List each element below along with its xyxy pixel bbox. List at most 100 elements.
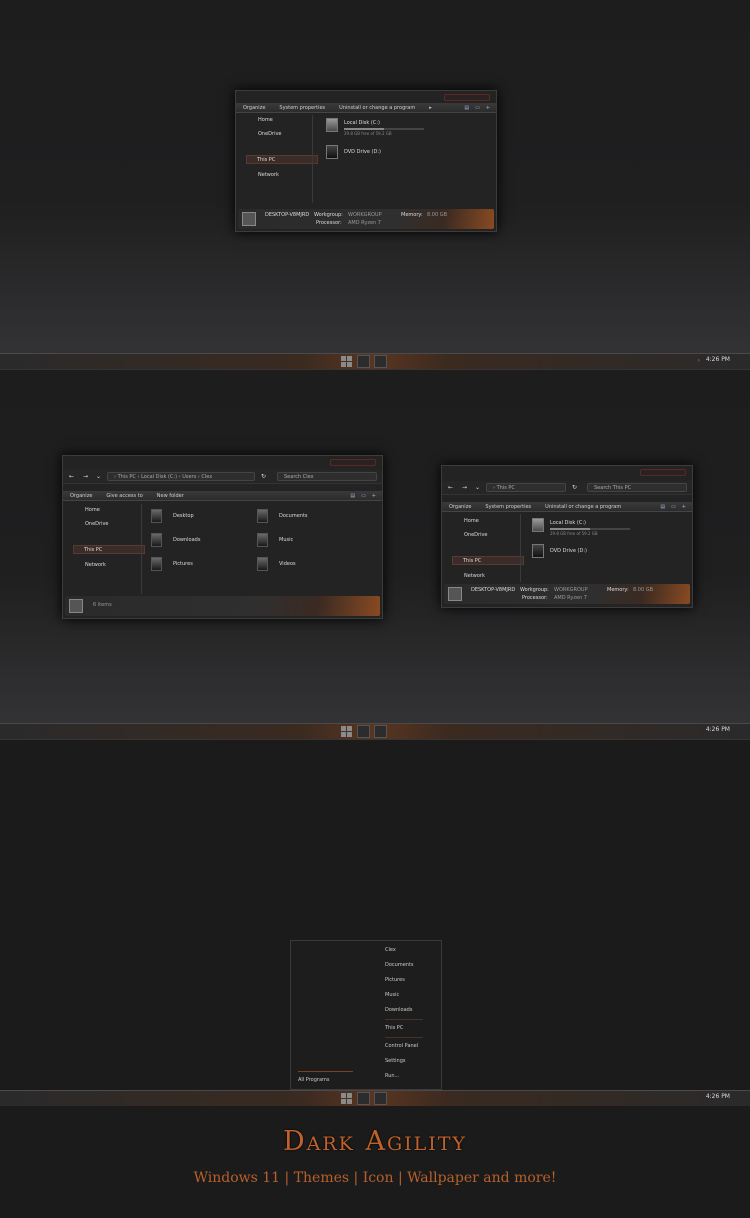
- nav-home[interactable]: Home: [85, 507, 100, 513]
- folder-label: Pictures: [173, 561, 193, 567]
- nav-onedrive[interactable]: OneDrive: [258, 131, 282, 137]
- nav-home[interactable]: Home: [464, 518, 479, 524]
- hard-drive-icon: [532, 518, 544, 532]
- window-controls[interactable]: [330, 459, 376, 466]
- clock[interactable]: 4:26 PM: [706, 726, 730, 733]
- address-path[interactable]: › This PC › Local Disk (C:) › Users › Cl…: [107, 472, 255, 481]
- start-item-downloads[interactable]: Downloads: [385, 1007, 412, 1013]
- address-path[interactable]: › This PC: [486, 483, 566, 492]
- nav-thispc[interactable]: This PC: [246, 155, 318, 164]
- refresh-icon[interactable]: ↻: [261, 473, 266, 480]
- command-bar: Organize System properties Uninstall or …: [236, 103, 496, 113]
- nav-thispc[interactable]: This PC: [452, 556, 524, 565]
- add-icon[interactable]: +: [682, 504, 686, 510]
- details-pane: DESKTOP-V8MJRD Workgroup: WORKGROUP Memo…: [238, 209, 494, 229]
- all-programs-divider: [298, 1071, 353, 1072]
- more-button[interactable]: ▸: [429, 105, 432, 111]
- preview-pane-icon[interactable]: ▭: [361, 493, 366, 499]
- start-item-music[interactable]: Music: [385, 992, 399, 998]
- forward-icon[interactable]: →: [462, 484, 467, 491]
- thispc-window[interactable]: Organize System properties Uninstall or …: [235, 90, 497, 232]
- start-item-settings[interactable]: Settings: [385, 1058, 406, 1064]
- details-pane: DESKTOP-V8MJRD Workgroup: WORKGROUP Memo…: [444, 584, 690, 604]
- preview-pane-icon[interactable]: ▭: [475, 105, 480, 111]
- drive-size: 29.8 GB free of 59.2 GB: [344, 131, 392, 136]
- recent-chevron-icon[interactable]: ⌄: [475, 484, 480, 491]
- file-explorer-icon[interactable]: [357, 725, 370, 738]
- organize-button[interactable]: Organize: [70, 493, 92, 499]
- computer-icon: [242, 212, 256, 226]
- address-bar: ← → ⌄ › This PC ↻ Search This PC: [442, 481, 692, 495]
- memory-value: 8.00 GB: [427, 212, 448, 218]
- tray-chevron-icon[interactable]: ›: [698, 357, 700, 364]
- all-programs-button[interactable]: All Programs: [298, 1077, 330, 1083]
- command-bar: Organize System properties Uninstall or …: [442, 502, 692, 512]
- window-controls[interactable]: [640, 469, 686, 476]
- back-icon[interactable]: ←: [69, 473, 74, 480]
- system-properties-button[interactable]: System properties: [485, 504, 531, 510]
- search-input[interactable]: Search This PC: [587, 483, 687, 492]
- refresh-icon[interactable]: ↻: [572, 484, 577, 491]
- preview-pane-icon[interactable]: ▭: [671, 504, 676, 510]
- clock[interactable]: 4:26 PM: [706, 1093, 730, 1100]
- start-button-icon[interactable]: [340, 1092, 353, 1105]
- forward-icon[interactable]: →: [83, 473, 88, 480]
- drive-usage-bar: [550, 528, 630, 530]
- back-icon[interactable]: ←: [448, 484, 453, 491]
- pane-divider: [520, 514, 521, 582]
- nav-thispc[interactable]: This PC: [73, 545, 145, 554]
- nav-network[interactable]: Network: [258, 172, 279, 178]
- recent-chevron-icon[interactable]: ⌄: [96, 473, 101, 480]
- uninstall-button[interactable]: Uninstall or change a program: [339, 105, 415, 111]
- new-folder-button[interactable]: New folder: [157, 493, 184, 499]
- start-item-control-panel[interactable]: Control Panel: [385, 1043, 418, 1049]
- terminal-icon[interactable]: [374, 1092, 387, 1105]
- thispc-window-2[interactable]: ← → ⌄ › This PC ↻ Search This PC Organiz…: [441, 465, 693, 608]
- clock[interactable]: 4:26 PM: [706, 356, 730, 363]
- drive-usage-bar: [344, 128, 424, 130]
- uninstall-button[interactable]: Uninstall or change a program: [545, 504, 621, 510]
- nav-onedrive[interactable]: OneDrive: [464, 532, 488, 538]
- view-icon[interactable]: ▤: [660, 504, 665, 510]
- workgroup-label: Workgroup:: [520, 587, 549, 593]
- view-icon[interactable]: ▤: [464, 105, 469, 111]
- window-controls[interactable]: [444, 94, 490, 101]
- nav-onedrive[interactable]: OneDrive: [85, 521, 109, 527]
- workgroup-label: Workgroup:: [314, 212, 343, 218]
- start-menu: Clex Documents Pictures Music Downloads …: [290, 940, 442, 1090]
- file-explorer-icon[interactable]: [357, 1092, 370, 1105]
- start-item-user[interactable]: Clex: [385, 947, 396, 953]
- brand-subtitle: Windows 11 | Themes | Icon | Wallpaper a…: [193, 1170, 557, 1186]
- organize-button[interactable]: Organize: [243, 105, 265, 111]
- give-access-button[interactable]: Give access to: [106, 493, 142, 499]
- computer-name: DESKTOP-V8MJRD: [471, 587, 516, 593]
- taskbar: 4:26 PM: [0, 1090, 750, 1106]
- nav-network[interactable]: Network: [85, 562, 106, 568]
- pane-divider: [141, 504, 142, 594]
- workgroup-value: WORKGROUP: [554, 587, 588, 593]
- system-properties-button[interactable]: System properties: [279, 105, 325, 111]
- terminal-icon[interactable]: [374, 355, 387, 368]
- add-icon[interactable]: +: [372, 493, 376, 499]
- folder-icon: [151, 533, 162, 547]
- start-item-pictures[interactable]: Pictures: [385, 977, 405, 983]
- memory-label: Memory:: [607, 587, 629, 593]
- nav-network[interactable]: Network: [464, 573, 485, 579]
- dvd-drive-icon: [326, 145, 338, 159]
- user-folder-window[interactable]: ← → ⌄ › This PC › Local Disk (C:) › User…: [62, 455, 383, 619]
- memory-value: 8.00 GB: [633, 587, 654, 593]
- start-item-thispc[interactable]: This PC: [385, 1025, 403, 1031]
- search-input[interactable]: Search Clex: [277, 472, 377, 481]
- file-explorer-icon[interactable]: [357, 355, 370, 368]
- start-button-icon[interactable]: [340, 355, 353, 368]
- nav-home[interactable]: Home: [258, 117, 273, 123]
- terminal-icon[interactable]: [374, 725, 387, 738]
- organize-button[interactable]: Organize: [449, 504, 471, 510]
- start-item-run[interactable]: Run...: [385, 1073, 399, 1079]
- add-icon[interactable]: +: [486, 105, 490, 111]
- start-button-icon[interactable]: [340, 725, 353, 738]
- workgroup-value: WORKGROUP: [348, 212, 382, 218]
- start-item-documents[interactable]: Documents: [385, 962, 414, 968]
- view-icon[interactable]: ▤: [350, 493, 355, 499]
- brand-title: Dark Agility: [283, 1126, 467, 1157]
